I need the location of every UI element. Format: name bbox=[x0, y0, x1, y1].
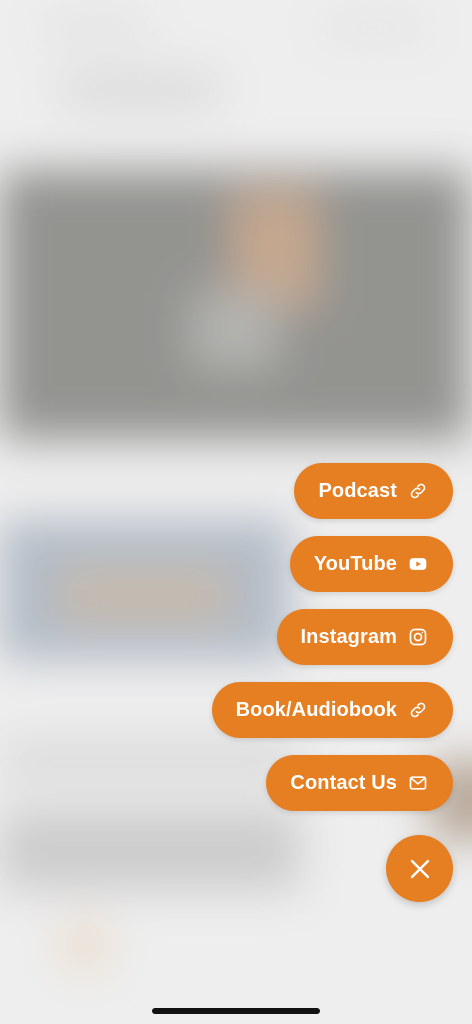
home-indicator bbox=[152, 1008, 320, 1014]
youtube-button[interactable]: YouTube bbox=[289, 536, 453, 592]
youtube-label: YouTube bbox=[313, 552, 397, 575]
instagram-label: Instagram bbox=[300, 625, 397, 648]
podcast-label: Podcast bbox=[318, 479, 397, 502]
mail-icon bbox=[407, 772, 429, 794]
contact-us-button[interactable]: Contact Us bbox=[266, 755, 453, 811]
instagram-button[interactable]: Instagram bbox=[276, 609, 453, 665]
contact-us-label: Contact Us bbox=[290, 771, 397, 794]
book-audiobook-button[interactable]: Book/Audiobook bbox=[211, 682, 453, 738]
youtube-icon bbox=[407, 553, 429, 575]
link-icon bbox=[407, 699, 429, 721]
link-icon bbox=[407, 480, 429, 502]
book-audiobook-label: Book/Audiobook bbox=[235, 698, 397, 721]
close-icon bbox=[410, 859, 429, 878]
podcast-button[interactable]: Podcast bbox=[294, 463, 453, 519]
instagram-icon bbox=[407, 626, 429, 648]
close-menu-button[interactable] bbox=[386, 835, 453, 902]
quick-links-menu: Podcast YouTube Instagram Book/Audiobook… bbox=[211, 463, 453, 811]
